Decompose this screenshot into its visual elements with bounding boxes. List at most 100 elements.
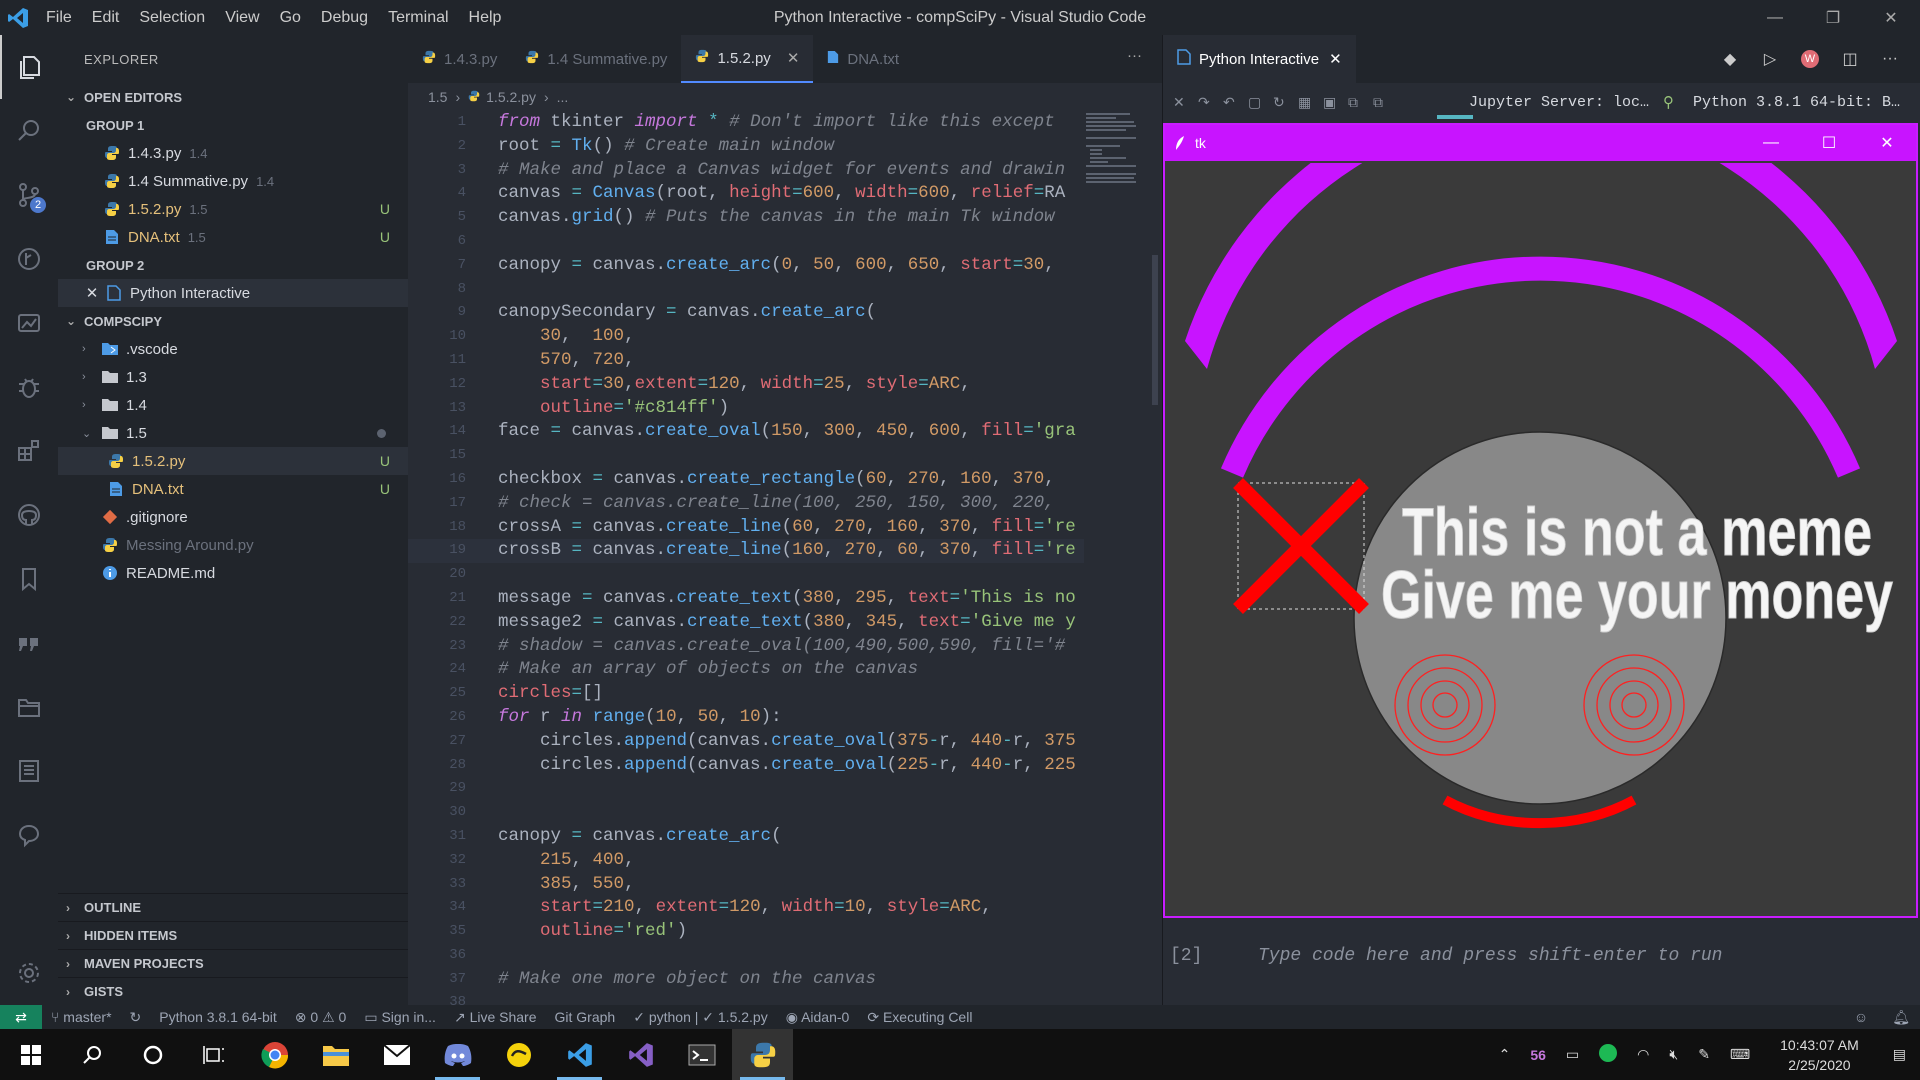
code-line[interactable]: 16 checkbox = canvas.create_rectangle(60,…: [408, 468, 1084, 492]
code-line[interactable]: 31 canopy = canvas.create_arc(: [408, 825, 1084, 849]
sync-icon[interactable]: ↻: [121, 1009, 151, 1026]
code-line[interactable]: 32 215, 400,: [408, 849, 1084, 873]
export-icon[interactable]: ⧉: [1348, 94, 1373, 111]
language-status[interactable]: ✓ python | ✓ 1.5.2.py: [624, 1009, 777, 1026]
code-line[interactable]: 28 circles.append(canvas.create_oval(225…: [408, 754, 1084, 778]
cortana-icon[interactable]: [122, 1029, 183, 1080]
menu-terminal[interactable]: Terminal: [378, 9, 458, 27]
notebook-activity-icon[interactable]: [0, 739, 58, 803]
tab-1-4-3[interactable]: 1.4.3.py: [408, 35, 511, 83]
extensions-activity-icon[interactable]: [0, 419, 58, 483]
source-control-activity-icon[interactable]: 2: [0, 163, 58, 227]
branch-status[interactable]: ⑂ master*: [42, 1009, 121, 1025]
restart-kernel-icon[interactable]: ↻: [1273, 94, 1298, 111]
close-icon[interactable]: ✕: [84, 284, 100, 302]
notifications-bell-icon[interactable]: 🔔︎: [1892, 1009, 1910, 1026]
workspace-section[interactable]: ⌄ COMPSCIPY: [58, 307, 408, 335]
tree-item[interactable]: DNA.txt U: [58, 475, 408, 503]
breadcrumb-file[interactable]: 1.5.2.py: [486, 89, 536, 105]
quote-activity-icon[interactable]: [0, 611, 58, 675]
collapse-icon[interactable]: ▢: [1248, 94, 1273, 111]
tree-item[interactable]: › 1.4: [58, 391, 408, 419]
tree-item[interactable]: 1.5.2.py U: [58, 447, 408, 475]
live-share-activity-icon[interactable]: [0, 803, 58, 867]
python-interpreter[interactable]: Python 3.8.1 64-bit: [150, 1009, 286, 1025]
git-compare-icon[interactable]: ◆: [1710, 49, 1750, 69]
tk-close-button[interactable]: ✕: [1858, 125, 1916, 161]
file-explorer-icon[interactable]: [305, 1029, 366, 1080]
open-editors-section[interactable]: ⌄ OPEN EDITORS: [58, 83, 408, 111]
code-line[interactable]: 4 canvas = Canvas(root, height=600, width…: [408, 182, 1084, 206]
tk-maximize-button[interactable]: ☐: [1800, 125, 1858, 161]
open-editor-item[interactable]: ✕ Python Interactive: [58, 279, 408, 307]
code-line[interactable]: 21 message = canvas.create_text(380, 295,…: [408, 587, 1084, 611]
code-line[interactable]: 36: [408, 944, 1084, 968]
code-line[interactable]: 11 570, 720,: [408, 349, 1084, 373]
open-editor-item[interactable]: 1.5.2.py 1.5 U: [58, 195, 408, 223]
code-line[interactable]: 6: [408, 230, 1084, 254]
code-line[interactable]: 8: [408, 278, 1084, 302]
code-line[interactable]: 1 from tkinter import * # Don't import li…: [408, 111, 1084, 135]
menu-debug[interactable]: Debug: [311, 9, 378, 27]
menu-help[interactable]: Help: [459, 9, 512, 27]
chevron-up-icon[interactable]: ⌃: [1489, 1046, 1521, 1063]
tree-item[interactable]: .gitignore: [58, 503, 408, 531]
live-share-status[interactable]: ↗ Live Share: [445, 1009, 546, 1026]
remote-icon[interactable]: ⇄: [0, 1005, 42, 1029]
user-status[interactable]: ◉ Aidan-0: [777, 1009, 859, 1026]
remote-explorer-activity-icon[interactable]: [0, 291, 58, 355]
folder-activity-icon[interactable]: [0, 675, 58, 739]
open-editor-item[interactable]: DNA.txt 1.5 U: [58, 223, 408, 251]
clock[interactable]: 10:43:07 AM 2/25/2020: [1760, 1035, 1879, 1075]
search-icon[interactable]: [61, 1029, 122, 1080]
task-view-icon[interactable]: [183, 1029, 244, 1080]
tree-item[interactable]: › .vscode: [58, 335, 408, 363]
code-line[interactable]: 33 385, 550,: [408, 873, 1084, 897]
wifi-icon[interactable]: ◠: [1627, 1046, 1659, 1063]
variables-icon[interactable]: ▦: [1298, 94, 1323, 111]
more-actions-icon[interactable]: ···: [1870, 50, 1910, 68]
tab-python-interactive[interactable]: Python Interactive ✕: [1163, 35, 1356, 83]
tree-item[interactable]: ⌄ 1.5: [58, 419, 408, 447]
code-line[interactable]: 2 root = Tk() # Create main window: [408, 135, 1084, 159]
tree-item[interactable]: Messing Around.py: [58, 531, 408, 559]
code-line[interactable]: 13 outline='#c814ff'): [408, 397, 1084, 421]
chrome-icon[interactable]: [244, 1029, 305, 1080]
minimap[interactable]: [1086, 111, 1146, 191]
search-activity-icon[interactable]: [0, 99, 58, 163]
code-line[interactable]: 15: [408, 444, 1084, 468]
code-line[interactable]: 22 message2 = canvas.create_text(380, 345…: [408, 611, 1084, 635]
code-line[interactable]: 24 # Make an array of objects on the canv…: [408, 658, 1084, 682]
redo-icon[interactable]: ↷: [1198, 94, 1223, 111]
code-line[interactable]: 18 crossA = canvas.create_line(60, 270, 1…: [408, 516, 1084, 540]
github-activity-icon[interactable]: [0, 483, 58, 547]
problems-status[interactable]: ⊗ 0 ⚠ 0: [286, 1009, 356, 1026]
action-center-icon[interactable]: ▤: [1879, 1046, 1920, 1063]
battery-icon[interactable]: ▭: [1556, 1046, 1589, 1063]
vscode-taskbar-icon[interactable]: [549, 1029, 610, 1080]
gists-section[interactable]: › GISTS: [58, 977, 408, 1005]
code-line[interactable]: 35 outline='red'): [408, 920, 1084, 944]
undo-icon[interactable]: ↶: [1223, 94, 1248, 111]
split-editor-icon[interactable]: ◫: [1830, 49, 1870, 69]
git-graph-status[interactable]: Git Graph: [546, 1009, 625, 1025]
code-line[interactable]: 17 # check = canvas.create_line(100, 250,…: [408, 492, 1084, 516]
code-line[interactable]: 38: [408, 991, 1084, 1005]
tk-minimize-button[interactable]: —: [1742, 125, 1800, 161]
mail-icon[interactable]: [366, 1029, 427, 1080]
copy-icon[interactable]: ⧉: [1373, 94, 1398, 111]
code-editor[interactable]: 1 from tkinter import * # Don't import li…: [408, 111, 1084, 1005]
jupyter-server-status[interactable]: Jupyter Server: loc…: [1469, 94, 1649, 111]
code-line[interactable]: 27 circles.append(canvas.create_oval(375…: [408, 730, 1084, 754]
code-line[interactable]: 7 canopy = canvas.create_arc(0, 50, 600, …: [408, 254, 1084, 278]
tray-app-icon[interactable]: [1589, 1044, 1627, 1065]
code-line[interactable]: 37 # Make one more object on the canvas: [408, 968, 1084, 992]
bookmark-activity-icon[interactable]: [0, 547, 58, 611]
git-history-activity-icon[interactable]: [0, 227, 58, 291]
vertical-scrollbar[interactable]: [1152, 255, 1158, 405]
terminal-icon[interactable]: [671, 1029, 732, 1080]
run-icon[interactable]: ▷: [1750, 49, 1790, 69]
discord-icon[interactable]: [427, 1029, 488, 1080]
maven-projects-section[interactable]: › MAVEN PROJECTS: [58, 949, 408, 977]
code-line[interactable]: 19 crossB = canvas.create_line(160, 270, …: [408, 539, 1084, 564]
